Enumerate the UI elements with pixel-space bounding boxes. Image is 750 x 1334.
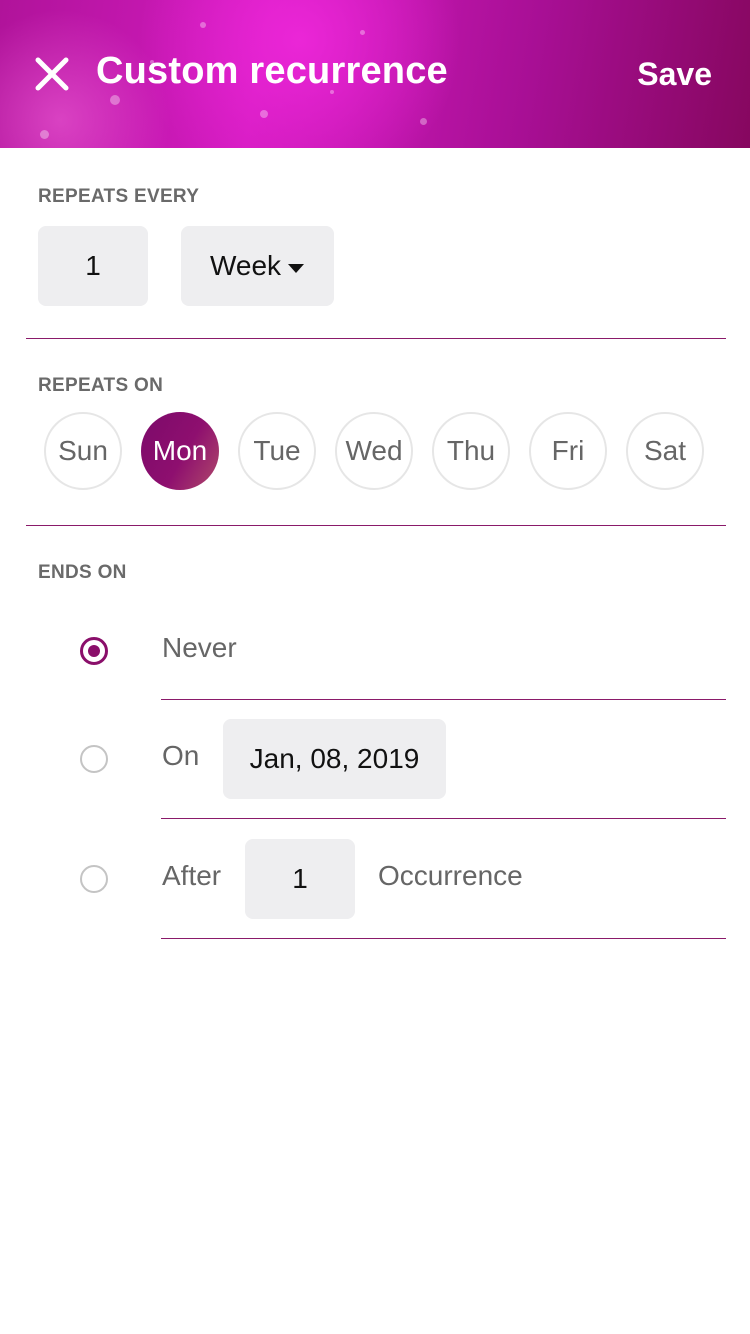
day-mon[interactable]: Mon — [141, 412, 219, 490]
sparkle-decoration — [360, 30, 365, 35]
save-button[interactable]: Save — [637, 56, 712, 93]
unit-value: Week — [209, 250, 282, 281]
sparkle-decoration — [420, 118, 427, 125]
never-label: Never — [162, 632, 237, 663]
section-divider — [26, 525, 726, 526]
sparkle-decoration — [40, 130, 49, 139]
caret-down-icon — [288, 264, 305, 273]
day-label: Tue — [253, 435, 301, 466]
sparkle-decoration — [110, 95, 120, 105]
day-label: Sat — [643, 435, 687, 466]
day-label: Fri — [551, 435, 585, 466]
repeats-on-label: REPEATS ON — [38, 375, 164, 396]
day-tue[interactable]: Tue — [238, 412, 316, 490]
end-date-value: Jan, 08, 2019 — [249, 743, 420, 774]
day-fri[interactable]: Fri — [529, 412, 607, 490]
interval-value: 1 — [85, 250, 101, 281]
sparkle-decoration — [200, 22, 206, 28]
page-title: Custom recurrence — [96, 50, 448, 92]
option-divider — [161, 818, 726, 819]
day-thu[interactable]: Thu — [432, 412, 510, 490]
occurrence-count-input[interactable]: 1 — [245, 839, 355, 919]
option-divider — [161, 699, 726, 700]
section-divider — [26, 338, 726, 339]
occurrence-count-value: 1 — [292, 863, 308, 894]
after-radio[interactable] — [80, 865, 108, 893]
ends-on-label: ENDS ON — [38, 562, 127, 583]
day-label: Wed — [345, 435, 403, 466]
day-sat[interactable]: Sat — [626, 412, 704, 490]
on-label: On — [162, 740, 200, 771]
after-label: After — [162, 860, 222, 891]
occurrence-label: Occurrence — [378, 860, 523, 891]
app-header: Custom recurrence Save — [0, 0, 750, 148]
sparkle-decoration — [260, 110, 268, 118]
close-button[interactable] — [30, 52, 74, 96]
end-date-field[interactable]: Jan, 08, 2019 — [223, 719, 446, 799]
repeats-every-label: REPEATS EVERY — [38, 186, 200, 207]
day-sun[interactable]: Sun — [44, 412, 122, 490]
day-wed[interactable]: Wed — [335, 412, 413, 490]
interval-input[interactable]: 1 — [38, 226, 148, 306]
option-divider — [161, 938, 726, 939]
day-label: Sun — [58, 435, 108, 466]
close-icon — [35, 57, 69, 91]
unit-select[interactable]: Week — [181, 226, 334, 306]
day-label: Mon — [152, 435, 208, 466]
day-label: Thu — [446, 435, 496, 466]
on-date-radio[interactable] — [80, 745, 108, 773]
never-radio[interactable] — [80, 637, 108, 665]
